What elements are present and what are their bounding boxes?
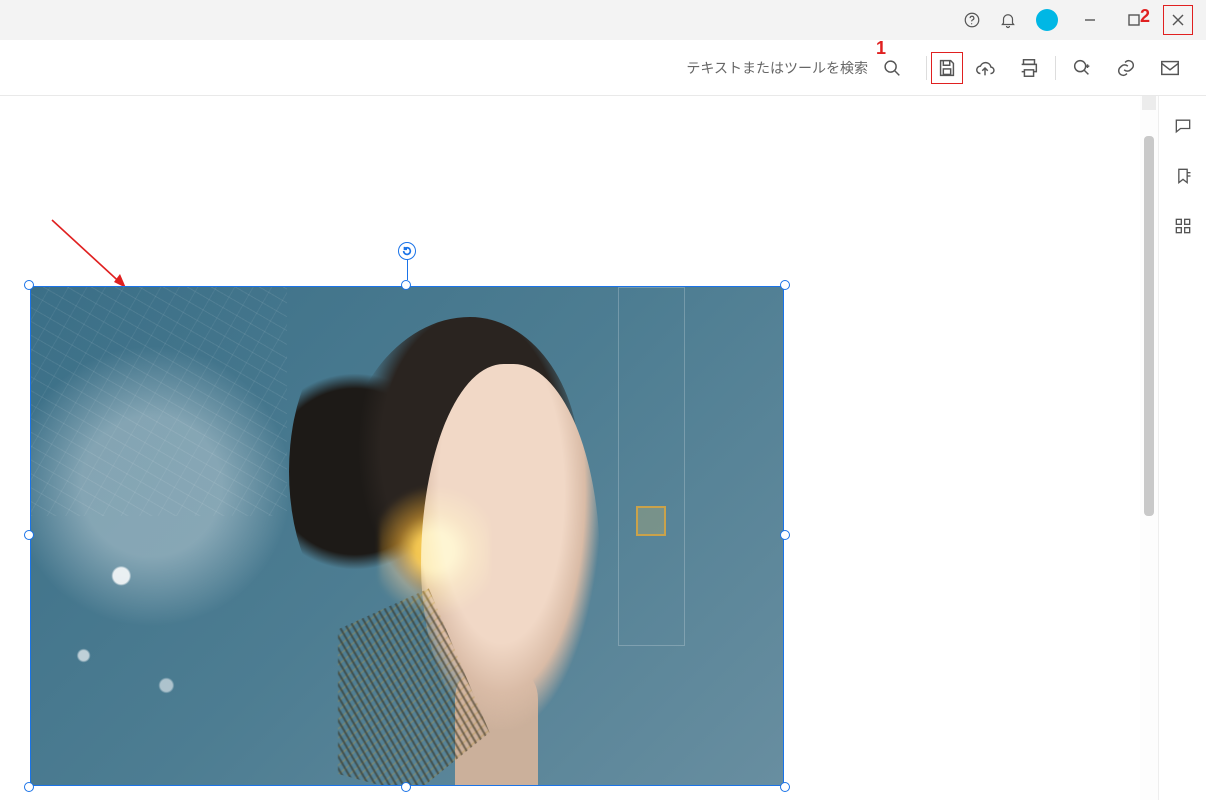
signature-button[interactable] — [1060, 46, 1104, 90]
toolbar-divider — [1055, 56, 1056, 80]
resize-handle-ne[interactable] — [780, 280, 790, 290]
image-circuit-overlay — [31, 287, 287, 516]
resize-handle-s[interactable] — [401, 782, 411, 792]
resize-handle-w[interactable] — [24, 530, 34, 540]
search-input[interactable] — [660, 59, 870, 77]
search-icon[interactable] — [870, 46, 914, 90]
user-avatar[interactable] — [1036, 9, 1058, 31]
save-button[interactable] — [931, 52, 963, 84]
resize-handle-n[interactable] — [401, 280, 411, 290]
search-wrap — [660, 46, 914, 90]
rotate-handle[interactable] — [398, 242, 416, 260]
image-content[interactable] — [30, 286, 784, 786]
comment-icon[interactable] — [1169, 112, 1197, 140]
bookmark-icon[interactable] — [1169, 162, 1197, 190]
image-figure — [317, 317, 663, 785]
vertical-scrollbar[interactable] — [1140, 96, 1158, 800]
minimize-button[interactable] — [1068, 0, 1112, 40]
cloud-upload-button[interactable] — [963, 46, 1007, 90]
close-button[interactable] — [1156, 0, 1200, 40]
selected-image[interactable] — [30, 286, 784, 786]
scrollbar-up-button[interactable] — [1142, 96, 1156, 110]
main — [0, 96, 1206, 800]
help-icon[interactable] — [954, 0, 990, 40]
resize-handle-se[interactable] — [780, 782, 790, 792]
maximize-button[interactable] — [1112, 0, 1156, 40]
thumbnails-icon[interactable] — [1169, 212, 1197, 240]
titlebar — [0, 0, 1206, 40]
toolbar-divider — [926, 56, 927, 80]
right-panel — [1158, 96, 1206, 800]
resize-handle-nw[interactable] — [24, 280, 34, 290]
link-button[interactable] — [1104, 46, 1148, 90]
resize-handle-sw[interactable] — [24, 782, 34, 792]
print-button[interactable] — [1007, 46, 1051, 90]
mail-button[interactable] — [1148, 46, 1192, 90]
toolbar — [0, 40, 1206, 96]
scrollbar-thumb[interactable] — [1144, 136, 1154, 516]
bell-icon[interactable] — [990, 0, 1026, 40]
document-area[interactable] — [0, 96, 1140, 800]
resize-handle-e[interactable] — [780, 530, 790, 540]
